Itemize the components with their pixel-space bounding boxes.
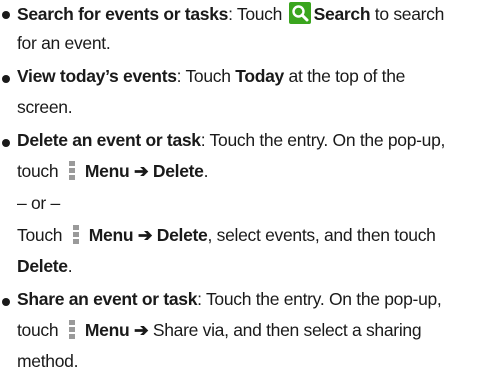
item-title: View today’s events [17, 66, 177, 86]
list-item-delete-line2: touch Menu ➔ Delete. [17, 161, 209, 181]
list-item-share-line1: Share an event or task: Touch the entry.… [17, 289, 442, 309]
search-label: Search [313, 4, 371, 24]
bullet [2, 75, 10, 83]
or-separator: – or – [17, 193, 60, 213]
menu-label: Menu [84, 161, 130, 181]
bullet [2, 139, 10, 147]
item-title: Delete an event or task [17, 130, 201, 150]
menu-icon [72, 225, 79, 245]
arrow-icon: ➔ [133, 161, 149, 181]
delete-label: Delete [156, 225, 208, 245]
menu-label: Menu [88, 225, 134, 245]
arrow-icon: ➔ [137, 225, 153, 245]
delete-label: Delete [17, 256, 68, 276]
today-label: Today [235, 66, 284, 86]
list-item-share-line2: touch Menu ➔ Share via, and then select … [17, 320, 422, 340]
delete-label: Delete [152, 161, 204, 181]
arrow-icon: ➔ [133, 320, 149, 340]
menu-icon [68, 161, 75, 181]
list-item-delete-line4: Touch Menu ➔ Delete, select events, and … [17, 225, 436, 245]
list-item-today-line2: screen. [17, 97, 73, 117]
list-item-search-line2: for an event. [17, 33, 111, 53]
list-item-search-line1: Search for events or tasks: Touch Search… [17, 2, 445, 24]
list-item-delete-line1: Delete an event or task: Touch the entry… [17, 130, 446, 150]
search-icon [288, 2, 311, 24]
list-item-today-line1: View today’s events: Touch Today at the … [17, 66, 406, 86]
list-item-delete-line5: Delete. [17, 256, 73, 276]
document-page: Search for events or tasks: Touch Search… [0, 0, 480, 371]
menu-label: Menu [84, 320, 130, 340]
bullet [2, 298, 10, 306]
menu-icon [68, 320, 75, 340]
item-title: Share an event or task [17, 289, 198, 309]
item-title: Search for events or tasks [17, 4, 229, 24]
bullet [2, 11, 10, 19]
